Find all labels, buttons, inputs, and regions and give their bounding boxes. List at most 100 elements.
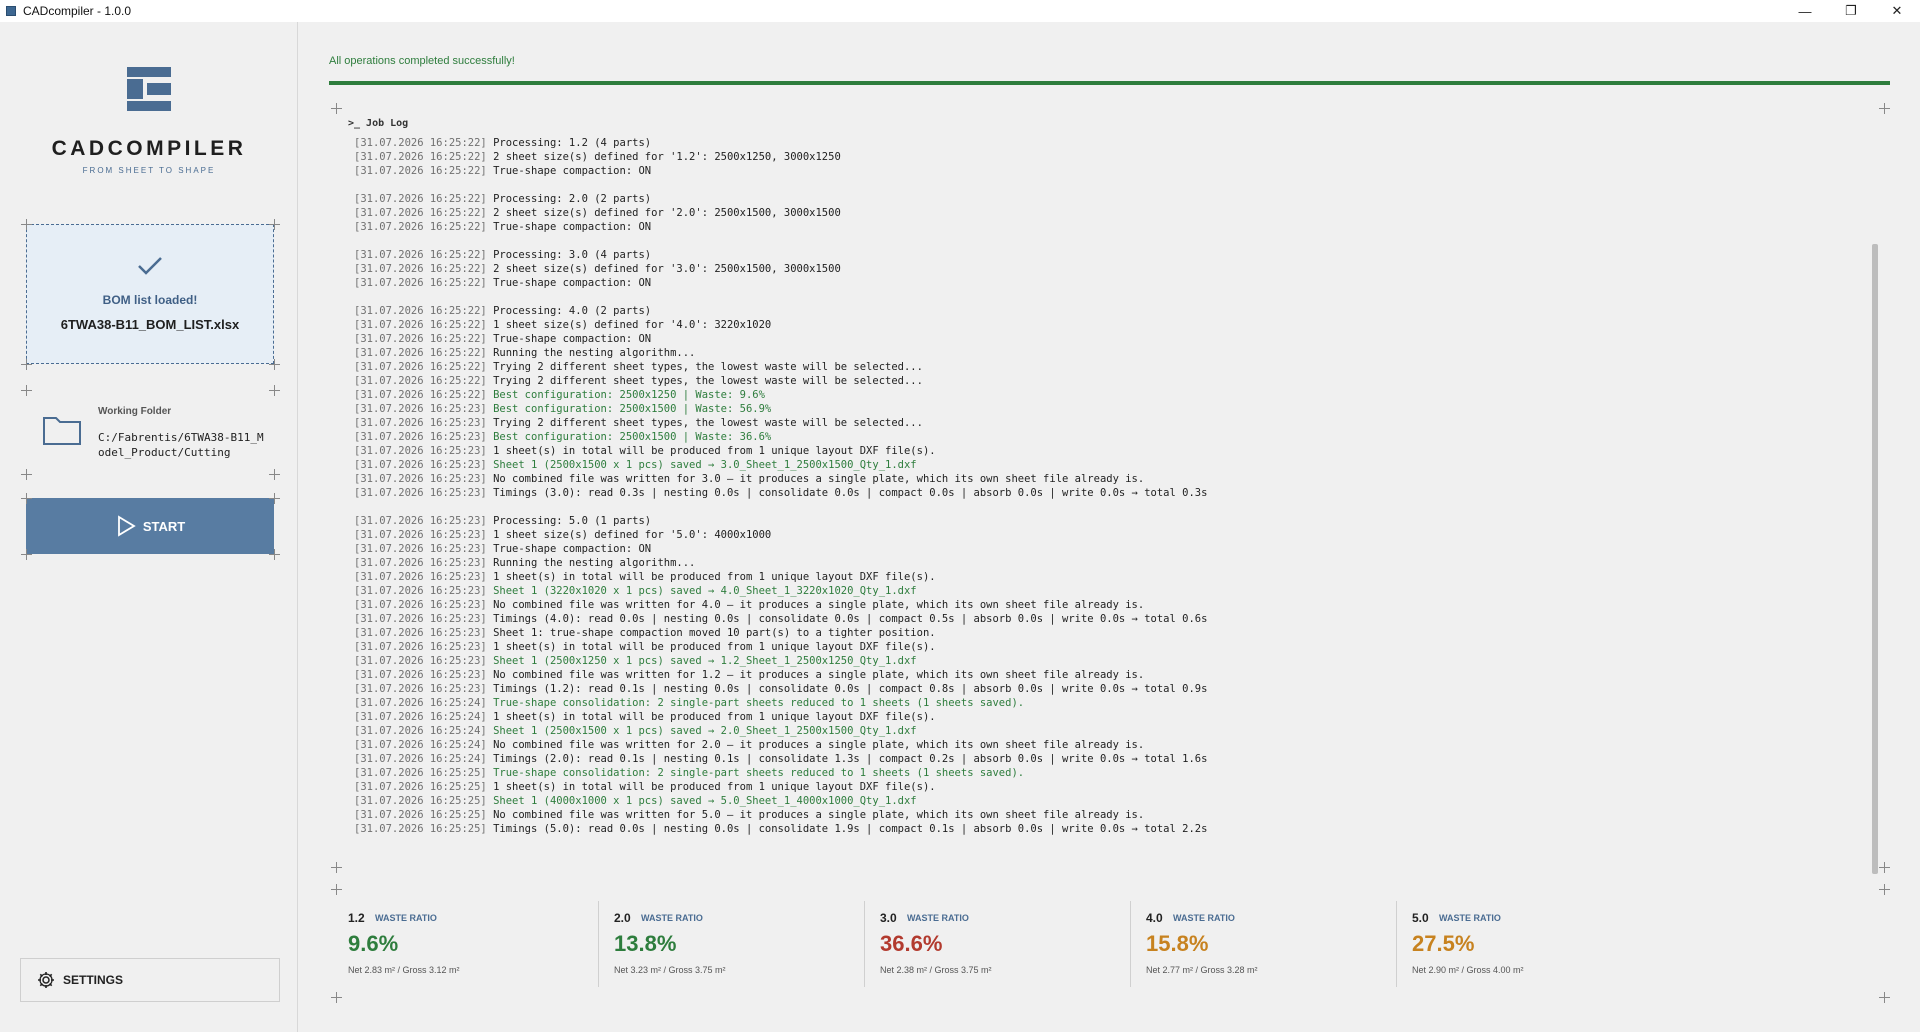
start-button-label: START (142, 518, 186, 534)
log-line: [31.07.2026 16:25:25] Timings (5.0): rea… (354, 822, 1854, 836)
logo-name: CADCOMPILER (51, 137, 247, 160)
log-message: Sheet 1 (2500x1500 x 1 pcs) saved → 3.0_… (493, 459, 917, 471)
log-spacer (354, 290, 1854, 304)
log-message: Timings (1.2): read 0.1s | nesting 0.0s … (493, 683, 1208, 695)
stat-thickness: 5.0 (1412, 911, 1429, 925)
stat-waste-value: 9.6% (348, 931, 399, 956)
stat-waste-value: 13.8% (614, 931, 677, 956)
main-area: All operations completed successfully! >… (299, 22, 1920, 1032)
log-message: Sheet 1 (3220x1020 x 1 pcs) saved → 4.0_… (493, 585, 917, 597)
start-button[interactable]: START (26, 498, 274, 554)
logo-mark-icon (127, 67, 171, 111)
log-line: [31.07.2026 16:25:22] Best configuration… (354, 388, 1854, 402)
log-message: Timings (2.0): read 0.1s | nesting 0.1s … (493, 753, 1208, 765)
log-line: [31.07.2026 16:25:22] Running the nestin… (354, 346, 1854, 360)
progress-bar (329, 81, 1890, 85)
log-timestamp: [31.07.2026 16:25:22] (354, 375, 494, 387)
corner-mark (1879, 884, 1890, 895)
log-line: [31.07.2026 16:25:22] 2 sheet size(s) de… (354, 150, 1854, 164)
log-timestamp: [31.07.2026 16:25:22] (354, 319, 494, 331)
log-timestamp: [31.07.2026 16:25:25] (354, 809, 494, 821)
log-message: Processing: 4.0 (2 parts) (493, 305, 652, 317)
log-message: No combined file was written for 4.0 — i… (493, 599, 1145, 611)
log-timestamp: [31.07.2026 16:25:23] (354, 487, 494, 499)
app-icon (6, 6, 16, 16)
log-line: [31.07.2026 16:25:24] Sheet 1 (2500x1500… (354, 724, 1854, 738)
log-timestamp: [31.07.2026 16:25:23] (354, 445, 494, 457)
log-message: No combined file was written for 1.2 — i… (493, 669, 1145, 681)
bom-drop-zone[interactable]: BOM list loaded! 6TWA38-B11_BOM_LIST.xls… (26, 224, 274, 364)
log-message: True-shape compaction: ON (493, 333, 652, 345)
log-spacer (354, 500, 1854, 514)
log-scrollbar[interactable] (1872, 244, 1878, 874)
log-timestamp: [31.07.2026 16:25:23] (354, 655, 494, 667)
logo: CADCOMPILER FROM SHEET TO SHAPE (0, 67, 298, 175)
log-line: [31.07.2026 16:25:23] Timings (3.0): rea… (354, 486, 1854, 500)
corner-mark (331, 862, 342, 873)
log-timestamp: [31.07.2026 16:25:22] (354, 347, 494, 359)
corner-mark (21, 549, 32, 560)
log-message: Trying 2 different sheet types, the lowe… (493, 417, 923, 429)
log-message: 2 sheet size(s) defined for '3.0': 2500x… (493, 263, 841, 275)
log-timestamp: [31.07.2026 16:25:24] (354, 739, 494, 751)
log-timestamp: [31.07.2026 16:25:22] (354, 361, 494, 373)
stat-area: Net 2.83 m² / Gross 3.12 m² (348, 965, 460, 975)
corner-mark (1879, 103, 1890, 114)
log-line: [31.07.2026 16:25:22] True-shape compact… (354, 332, 1854, 346)
log-message: 1 sheet(s) in total will be produced fro… (493, 445, 936, 457)
log-line: [31.07.2026 16:25:23] Sheet 1: true-shap… (354, 626, 1854, 640)
log-message: 1 sheet size(s) defined for '4.0': 3220x… (493, 319, 772, 331)
stat-area: Net 2.38 m² / Gross 3.75 m² (880, 965, 992, 975)
log-line: [31.07.2026 16:25:23] Running the nestin… (354, 556, 1854, 570)
maximize-button[interactable]: ❐ (1828, 0, 1874, 22)
log-line: [31.07.2026 16:25:23] Timings (1.2): rea… (354, 682, 1854, 696)
log-spacer (354, 178, 1854, 192)
waste-stat-card: 4.0 WASTE RATIO 15.8% Net 2.77 m² / Gross 3… (1134, 901, 1400, 993)
play-icon (117, 515, 136, 537)
corner-mark (269, 385, 280, 396)
log-line: [31.07.2026 16:25:24] Timings (2.0): rea… (354, 752, 1854, 766)
log-message: Sheet 1 (2500x1500 x 1 pcs) saved → 2.0_… (493, 725, 917, 737)
working-folder-selector[interactable]: Working Folder C:/Fabrentis/6TWA38-B11_M… (26, 390, 274, 474)
log-message: 1 sheet size(s) defined for '5.0': 4000x… (493, 529, 772, 541)
log-line: [31.07.2026 16:25:22] Trying 2 different… (354, 374, 1854, 388)
log-timestamp: [31.07.2026 16:25:24] (354, 697, 494, 709)
corner-mark (269, 359, 280, 370)
log-message: 1 sheet(s) in total will be produced fro… (493, 711, 936, 723)
log-message: Processing: 2.0 (2 parts) (493, 193, 652, 205)
sidebar: CADCOMPILER FROM SHEET TO SHAPE BOM list… (0, 22, 298, 1032)
log-message: True-shape compaction: ON (493, 221, 652, 233)
stat-thickness: 2.0 (614, 911, 631, 925)
log-message: 2 sheet size(s) defined for '2.0': 2500x… (493, 207, 841, 219)
bom-file-name: 6TWA38-B11_BOM_LIST.xlsx (60, 317, 240, 332)
log-message: Best configuration: 2500x1500 | Waste: 3… (493, 431, 772, 443)
waste-stat-card: 2.0 WASTE RATIO 13.8% Net 3.23 m² / Gross 3… (602, 901, 868, 993)
log-timestamp: [31.07.2026 16:25:22] (354, 151, 494, 163)
log-line: [31.07.2026 16:25:22] Processing: 1.2 (4… (354, 136, 1854, 150)
log-message: No combined file was written for 2.0 — i… (493, 739, 1145, 751)
settings-button[interactable]: SETTINGS (20, 958, 280, 1002)
log-line: [31.07.2026 16:25:22] Trying 2 different… (354, 360, 1854, 374)
folder-icon (42, 414, 82, 446)
log-message: 2 sheet size(s) defined for '1.2': 2500x… (493, 151, 841, 163)
log-message: True-shape compaction: ON (493, 543, 652, 555)
waste-stat-card: 5.0 WASTE RATIO 27.5% Net 2.90 m² / Gross 4… (1400, 901, 1666, 993)
log-message: Sheet 1: true-shape compaction moved 10 … (493, 627, 936, 639)
log-timestamp: [31.07.2026 16:25:24] (354, 753, 494, 765)
stat-waste-value: 15.8% (1146, 931, 1209, 956)
log-message: True-shape consolidation: 2 single-part … (493, 697, 1025, 709)
stat-label: WASTE RATIO (907, 913, 969, 923)
window-title: CADcompiler - 1.0.0 (23, 4, 132, 18)
log-message: Running the nesting algorithm... (493, 557, 696, 569)
stat-divider (864, 901, 865, 987)
close-button[interactable]: ✕ (1874, 0, 1920, 22)
check-icon (27, 255, 273, 283)
settings-label: SETTINGS (63, 973, 124, 987)
minimize-button[interactable]: — (1782, 0, 1828, 22)
log-timestamp: [31.07.2026 16:25:23] (354, 627, 494, 639)
corner-mark (269, 549, 280, 560)
log-line: [31.07.2026 16:25:23] Sheet 1 (2500x1500… (354, 458, 1854, 472)
log-line: [31.07.2026 16:25:23] Best configuration… (354, 430, 1854, 444)
corner-mark (21, 359, 32, 370)
log-line: [31.07.2026 16:25:23] No combined file w… (354, 668, 1854, 682)
